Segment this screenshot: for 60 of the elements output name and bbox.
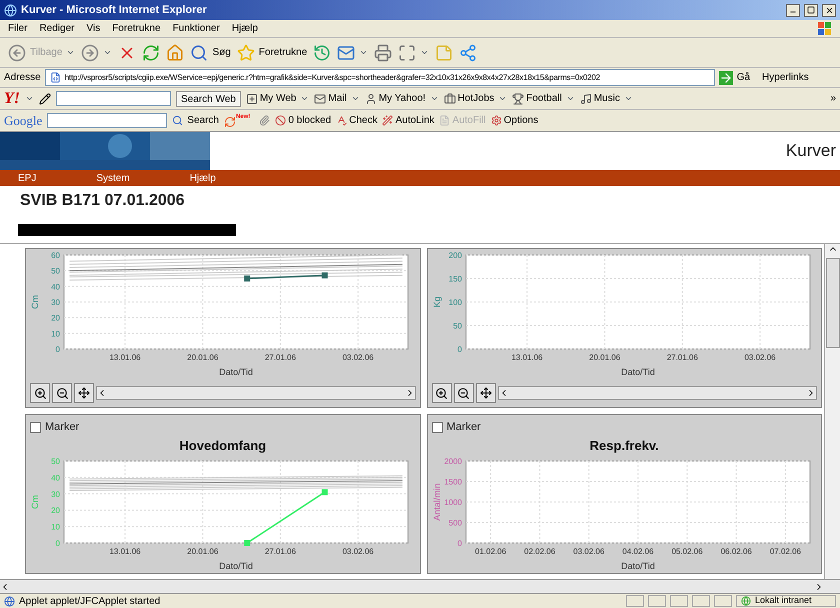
x-axis-label: Dato/Tid: [620, 561, 654, 571]
tick-label: 40: [51, 473, 60, 482]
tick-label: 20.01.06: [187, 353, 218, 362]
y-axis-label: Cm: [30, 495, 40, 509]
tick-label: 27.01.06: [264, 353, 296, 362]
tick-label: 13.01.06: [109, 353, 141, 362]
chart-title: Resp.frekv.: [590, 438, 659, 452]
tick-label: 01.02.06: [474, 547, 506, 556]
tick-label: 0: [457, 539, 462, 548]
status-text: Applet applet/JFCApplet started: [19, 594, 162, 608]
tick-label: 150: [448, 274, 462, 284]
tick-label: 500: [448, 518, 462, 528]
marker-label: Marker: [446, 420, 481, 435]
tick-label: 04.02.06: [622, 547, 654, 556]
chart-title: Hovedomfang: [179, 438, 266, 452]
tick-label: 06.02.06: [720, 547, 752, 556]
tick-label: 13.01.06: [510, 353, 542, 362]
tick-label: 50: [51, 457, 60, 466]
banner-title: Kurver: [786, 140, 837, 162]
tick-label: 20: [51, 314, 60, 323]
tick-label: 30: [51, 490, 60, 499]
tick-label: 10: [51, 329, 60, 338]
tick-label: 03.02.06: [342, 547, 374, 556]
tick-label: 20.01.06: [588, 353, 620, 362]
tick-label: 27.01.06: [666, 353, 698, 362]
tick-label: 07.02.06: [769, 547, 800, 556]
x-axis-label: Dato/Tid: [219, 561, 253, 571]
y-axis-label: Kg: [432, 296, 442, 308]
x-axis-label: Dato/Tid: [620, 367, 654, 377]
tick-label: 2000: [444, 457, 462, 466]
tick-label: 13.01.06: [109, 547, 141, 556]
tick-label: 27.01.06: [264, 547, 296, 556]
tick-label: 05.02.06: [671, 547, 702, 556]
tick-label: 0: [56, 539, 60, 548]
tick-label: 200: [448, 251, 462, 260]
tick-label: 03.02.06: [572, 547, 604, 556]
tick-label: 1500: [444, 478, 462, 486]
tick-label: 60: [51, 251, 60, 260]
y-axis-label: Antal/min: [432, 483, 442, 521]
tick-label: 20.01.06: [187, 547, 218, 556]
tick-label: 03.02.06: [342, 353, 374, 362]
tick-label: 10: [51, 522, 60, 532]
tick-label: 02.02.06: [524, 547, 555, 556]
tick-label: 0: [56, 345, 60, 354]
tick-label: 30: [51, 298, 60, 307]
address-label: Adresse: [4, 71, 41, 85]
window-title: Kurver - Microsoft Internet Explorer: [21, 2, 208, 18]
tick-label: 0: [457, 345, 462, 354]
tick-label: 1000: [444, 498, 462, 507]
tick-label: 03.02.06: [744, 353, 776, 362]
tick-label: 40: [51, 282, 60, 292]
x-axis-label: Dato/Tid: [219, 367, 253, 377]
tick-label: 50: [51, 266, 60, 276]
tick-label: 20: [51, 506, 60, 516]
tick-label: 100: [448, 298, 462, 307]
marker-label: Marker: [45, 420, 80, 435]
page-heading: SVIB B171 07.01.2006: [20, 191, 185, 211]
y-axis-label: Cm: [30, 295, 40, 309]
tick-label: 50: [452, 322, 462, 330]
zone-label: Lokalt intranet: [755, 594, 812, 608]
